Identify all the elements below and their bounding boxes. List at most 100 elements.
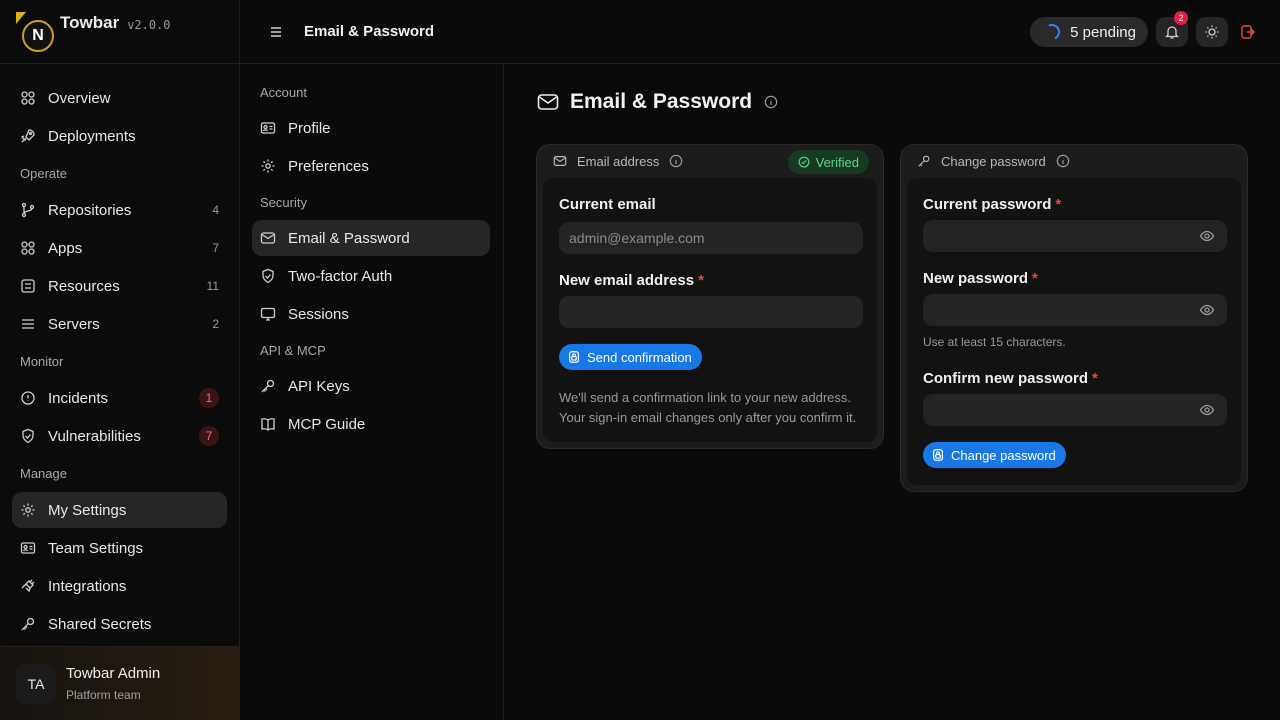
theme-toggle-button[interactable] <box>1196 17 1228 47</box>
sidebar-item-label: Servers <box>48 315 100 333</box>
sidebar-item-count: 11 <box>206 279 219 293</box>
settings-item-label: Two-factor Auth <box>288 267 393 285</box>
page-title: Email & Password <box>570 90 753 113</box>
sidebar-item-repositories[interactable]: Repositories 4 <box>12 192 227 228</box>
user-card[interactable]: TA Towbar Admin Platform team <box>0 646 239 720</box>
sidebar-item-shared-secrets[interactable]: Shared Secrets <box>12 606 227 642</box>
confirm-password-label-text: Confirm new password <box>923 370 1089 387</box>
sidebar-item-apps[interactable]: Apps 7 <box>12 230 227 266</box>
settings-nav: Account Profile Preferences Security Ema… <box>240 64 504 720</box>
sidebar-item-count: 2 <box>212 317 219 331</box>
required-mark: * <box>1032 270 1038 287</box>
pending-label: 5 pending <box>1070 23 1136 41</box>
current-password-field[interactable] <box>923 220 1227 252</box>
password-card: Change password Current password * New pa… <box>900 144 1248 492</box>
shield-icon <box>22 428 34 444</box>
eye-icon[interactable] <box>1199 302 1215 318</box>
eye-icon[interactable] <box>1199 228 1215 244</box>
page-header: Email & Password <box>536 90 778 114</box>
required-mark: * <box>1092 370 1098 387</box>
settings-item-label: MCP Guide <box>288 415 366 433</box>
menu-icon[interactable] <box>268 24 284 40</box>
sidebar-section-manage: Manage <box>20 466 67 481</box>
email-help-line-1: We'll send a confirmation link to your n… <box>559 390 851 405</box>
grid-icon <box>21 91 35 105</box>
confirm-password-field[interactable] <box>923 394 1227 426</box>
plug-icon <box>21 579 35 593</box>
logo: N <box>16 11 56 52</box>
email-card-body: Current email New email address* Send co… <box>543 178 877 442</box>
settings-item-label: Email & Password <box>288 229 410 247</box>
password-card-body: Current password * New password * Use at l… <box>907 178 1241 485</box>
sidebar-item-deployments[interactable]: Deployments <box>12 118 227 154</box>
pending-jobs-button[interactable]: 5 pending <box>1030 17 1148 47</box>
mail-icon <box>553 156 567 166</box>
sidebar-item-label: Overview <box>48 89 111 107</box>
sidebar-item-vulnerabilities[interactable]: Vulnerabilities 7 <box>12 418 227 454</box>
sidebar-item-label: My Settings <box>48 501 127 519</box>
settings-item-two-factor[interactable]: Two-factor Auth <box>252 258 490 294</box>
monitor-icon <box>260 307 276 321</box>
notifications-button[interactable]: 2 <box>1156 11 1188 47</box>
gear-icon <box>261 159 275 173</box>
new-password-field[interactable] <box>923 294 1227 326</box>
email-card: Email address Verified Current email New… <box>536 144 884 449</box>
info-icon[interactable] <box>764 95 778 109</box>
lock-icon <box>933 449 943 461</box>
email-help-text: We'll send a confirmation link to your n… <box>559 388 856 428</box>
topbar: Email & Password 5 pending 2 <box>240 0 1280 64</box>
current-password-label: Current password * <box>923 196 1061 213</box>
settings-item-email-password[interactable]: Email & Password <box>252 220 490 256</box>
sidebar-item-incidents[interactable]: Incidents 1 <box>12 380 227 416</box>
confirm-password-wrapper <box>923 394 1227 426</box>
sidebar-item-count: 4 <box>212 203 219 217</box>
sidebar-item-integrations[interactable]: Integrations <box>12 568 227 604</box>
sidebar-item-label: Vulnerabilities <box>48 427 141 445</box>
git-branch-icon <box>21 202 35 218</box>
server-icon <box>22 319 34 329</box>
sidebar-item-my-settings[interactable]: My Settings <box>12 492 227 528</box>
sidebar-item-overview[interactable]: Overview <box>12 80 227 116</box>
settings-item-api-keys[interactable]: API Keys <box>252 368 490 404</box>
password-card-title: Change password <box>941 153 1046 169</box>
settings-item-mcp-guide[interactable]: MCP Guide <box>252 406 490 442</box>
settings-item-label: Sessions <box>288 305 349 323</box>
sidebar-item-team-settings[interactable]: Team Settings <box>12 530 227 566</box>
current-password-label-text: Current password <box>923 196 1052 213</box>
id-card-icon <box>260 122 276 134</box>
verified-label: Verified <box>815 154 859 170</box>
sidebar-item-label: Incidents <box>48 389 109 407</box>
key-icon <box>918 155 930 167</box>
sidebar-item-label: Resources <box>48 277 120 295</box>
sidebar-item-label: Deployments <box>48 127 136 145</box>
sidebar: N Towbar v2.0.0 Overview Deployments Ope… <box>0 0 240 720</box>
settings-item-profile[interactable]: Profile <box>252 110 490 146</box>
brand-name: Towbar <box>60 12 120 32</box>
lock-icon <box>569 351 579 363</box>
password-card-header: Change password <box>901 145 1247 177</box>
alert-icon <box>21 391 35 405</box>
spinner-icon <box>1041 21 1063 43</box>
settings-item-sessions[interactable]: Sessions <box>252 296 490 332</box>
send-confirmation-button[interactable]: Send confirmation <box>559 344 702 370</box>
settings-item-preferences[interactable]: Preferences <box>252 148 490 184</box>
info-icon[interactable] <box>669 154 683 168</box>
brand[interactable]: N Towbar v2.0.0 <box>0 0 239 64</box>
sidebar-item-servers[interactable]: Servers 2 <box>12 306 227 342</box>
sidebar-item-resources[interactable]: Resources 11 <box>12 268 227 304</box>
sidebar-section-monitor: Monitor <box>20 354 64 369</box>
password-help-text: Use at least 15 characters. <box>923 335 1066 349</box>
check-circle-icon <box>798 156 810 168</box>
eye-icon[interactable] <box>1199 402 1215 418</box>
change-password-label: Change password <box>951 447 1056 463</box>
logout-icon[interactable] <box>1240 24 1256 40</box>
logo-circle: N <box>22 19 54 52</box>
settings-item-label: API Keys <box>288 377 350 395</box>
sidebar-item-label: Repositories <box>48 201 132 219</box>
info-icon[interactable] <box>1056 154 1070 168</box>
new-email-label: New email address * <box>559 272 704 289</box>
settings-section-account: Account <box>260 85 307 100</box>
new-email-field[interactable] <box>559 296 863 328</box>
change-password-button[interactable]: Change password <box>923 442 1066 468</box>
sidebar-item-label: Shared Secrets <box>48 615 152 633</box>
